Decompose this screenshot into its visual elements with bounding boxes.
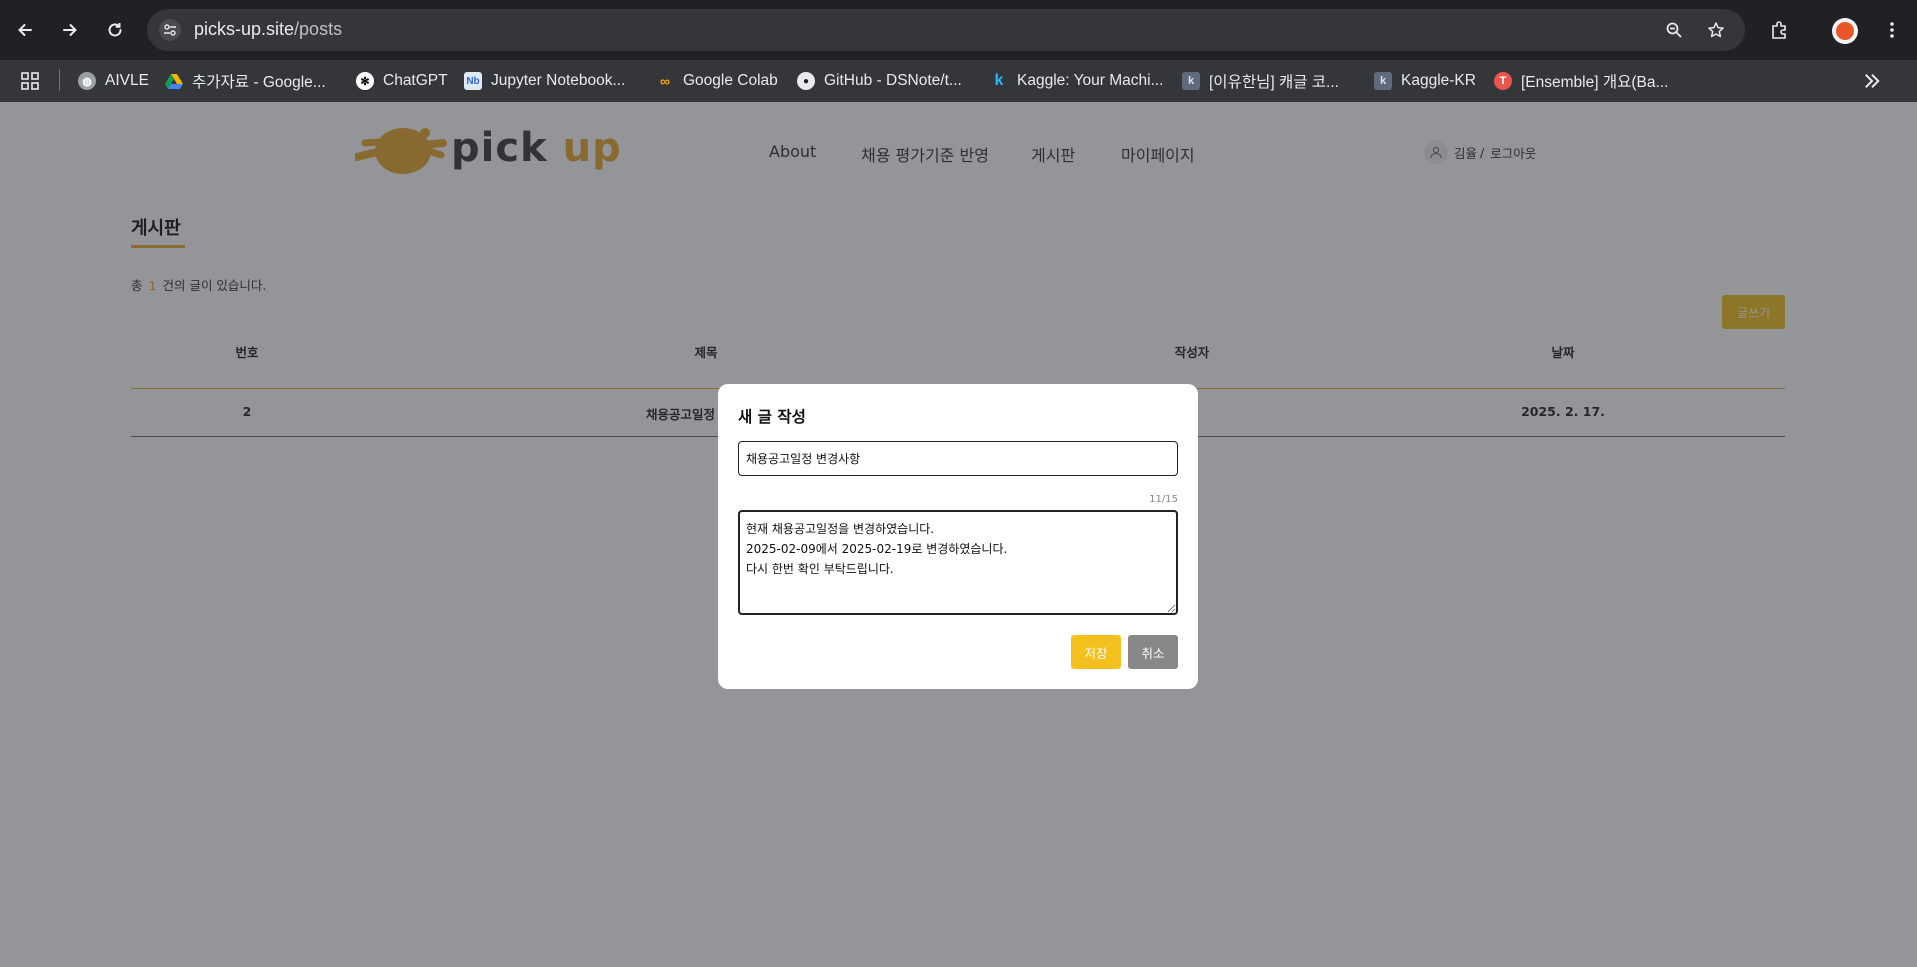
modal-title: 새 글 작성 [738,408,806,426]
bookmark-github[interactable]: ● GitHub - DSNote/t... [797,60,962,102]
bookmark-label: ChatGPT [383,72,448,89]
bookmark-star-icon[interactable] [1705,19,1727,41]
cancel-button[interactable]: 취소 [1128,635,1178,669]
bookmarks-divider [59,69,60,91]
bookmark-kaggle[interactable]: k Kaggle: Your Machi... [990,60,1164,102]
colab-icon: ∞ [660,73,670,89]
chatgpt-icon: ✻ [356,72,374,90]
bookmarks-bar: ◍ AIVLE 추가자료 - Google... ✻ ChatGPT Nb Ju… [0,60,1917,102]
bookmark-label: Google Colab [683,72,778,89]
reload-icon[interactable] [99,14,131,46]
github-icon: ● [797,72,815,90]
bookmark-chatgpt[interactable]: ✻ ChatGPT [356,60,448,102]
zoom-icon[interactable] [1663,19,1685,41]
bookmark-label: Kaggle-KR [1401,72,1476,89]
bookmark-label: [Ensemble] 개요(Ba... [1521,74,1669,91]
title-char-count: 11/15 [1149,494,1178,505]
bookmark-kaggle-kr[interactable]: k Kaggle-KR [1374,60,1476,102]
url-path: /posts [294,19,343,39]
bookmarks-overflow-icon[interactable] [1856,65,1888,97]
bookmark-ensemble[interactable]: T [Ensemble] 개요(Ba... [1494,60,1668,102]
apps-grid-icon[interactable] [14,65,46,97]
bookmark-label: Kaggle: Your Machi... [1017,72,1164,89]
post-content-textarea[interactable]: 현재 채용공고일정을 변경하였습니다. 2025-02-09에서 2025-02… [738,510,1178,615]
bookmark-label: [이유한님] 캐글 코... [1209,74,1339,91]
kaggle-icon: k [994,72,1004,89]
bookmark-google-colab[interactable]: ∞ Google Colab [656,60,778,102]
bookmark-label: Jupyter Notebook... [491,72,626,89]
address-bar[interactable]: picks-up.site/posts [147,9,1745,51]
url-host: picks-up.site [194,19,295,39]
extensions-icon[interactable] [1763,14,1795,46]
url-text: picks-up.site/posts [194,19,342,40]
google-drive-icon [165,72,183,90]
bookmark-jupyter[interactable]: Nb Jupyter Notebook... [464,60,625,102]
bookmark-aivle[interactable]: ◍ AIVLE [78,60,149,102]
kaggle-k-icon: k [1374,72,1392,90]
back-icon[interactable] [9,14,41,46]
chrome-menu-icon[interactable] [1876,14,1908,46]
ensemble-icon: T [1494,72,1512,90]
post-title-input[interactable] [738,441,1178,476]
site-settings-icon[interactable] [159,19,181,41]
kaggle-k-icon: k [1182,72,1200,90]
save-button[interactable]: 저장 [1071,635,1121,669]
profile-avatar-icon[interactable] [1832,18,1858,44]
forward-icon[interactable] [54,14,86,46]
jupyter-icon: Nb [464,72,482,90]
bookmark-label: GitHub - DSNote/t... [824,72,962,89]
bookmark-kaggle-lecture[interactable]: k [이유한님] 캐글 코... [1182,60,1339,102]
bookmark-label: AIVLE [105,72,149,89]
bookmark-label: 추가자료 - Google... [192,74,326,91]
browser-toolbar: picks-up.site/posts [0,0,1917,60]
new-post-modal: 새 글 작성 11/15 현재 채용공고일정을 변경하였습니다. 2025-02… [718,384,1198,689]
bookmark-google-drive[interactable]: 추가자료 - Google... [165,60,326,102]
globe-icon: ◍ [78,72,96,90]
